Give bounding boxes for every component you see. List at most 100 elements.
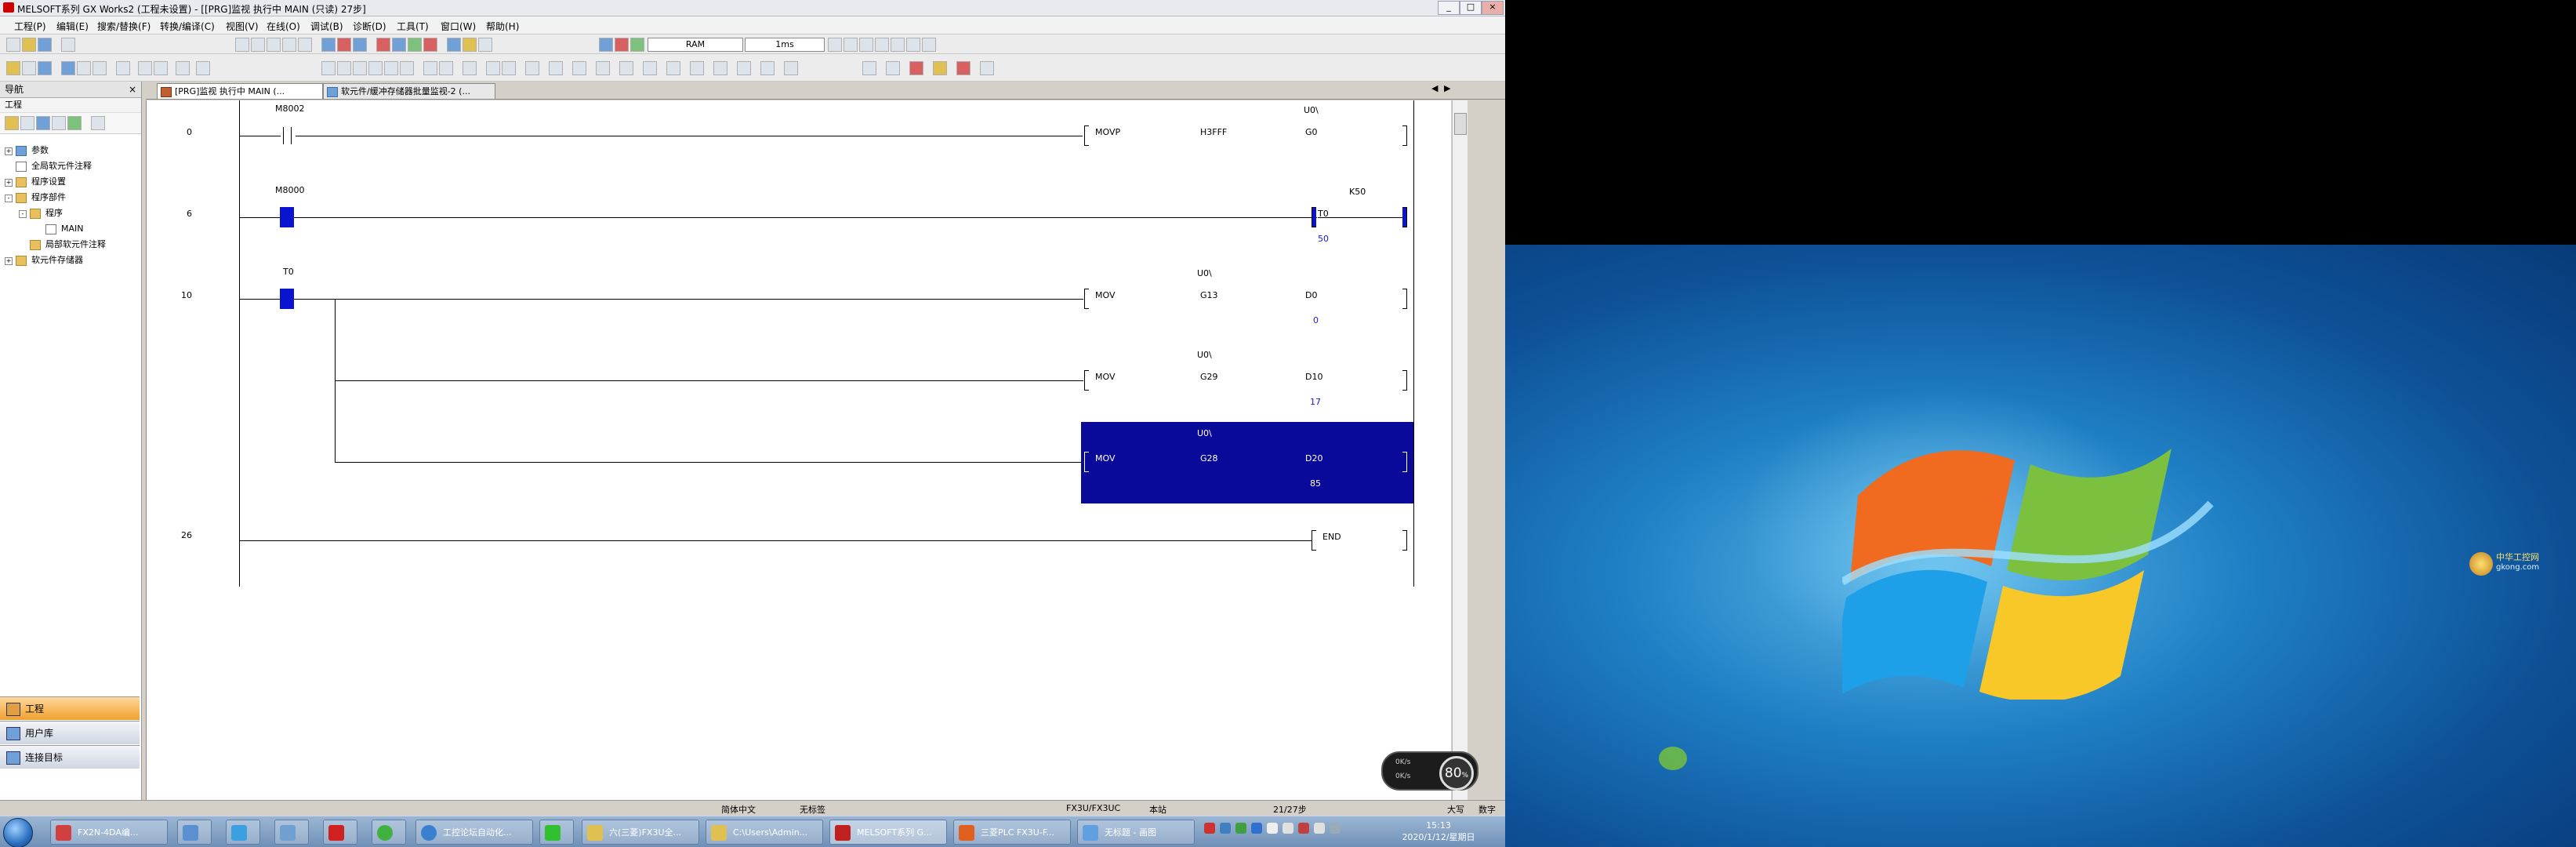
tray-ime-icon[interactable]	[1330, 823, 1341, 834]
contact-no-icon[interactable]	[321, 61, 336, 75]
collapse-icon[interactable]: -	[5, 194, 13, 202]
note-icon[interactable]	[619, 61, 633, 75]
menu-project[interactable]: 工程(P)	[14, 20, 46, 33]
monitor-mode-icon[interactable]	[713, 61, 727, 75]
nav-icon[interactable]	[93, 61, 107, 75]
task-melsoft[interactable]: MELSOFT系列 G...	[829, 820, 947, 845]
menu-debug[interactable]: 调试(B)	[310, 20, 343, 33]
arrange-icon[interactable]	[116, 61, 130, 75]
monitor-start-icon[interactable]	[447, 38, 461, 52]
task-folder-fx3u[interactable]: 六(三菱)FX3U全...	[582, 820, 699, 845]
settings-icon[interactable]	[154, 61, 168, 75]
tool7-icon[interactable]	[922, 38, 936, 52]
copy-icon[interactable]	[251, 38, 265, 52]
contact-m8000-on[interactable]	[280, 207, 294, 227]
task-paint[interactable]: 无标题 - 画图	[1077, 820, 1195, 845]
menu-window[interactable]: 窗口(W)	[441, 20, 476, 33]
paste-icon[interactable]	[267, 38, 281, 52]
tree-item-global-comment[interactable]: 全局软元件注释	[0, 158, 141, 174]
cascade-icon[interactable]	[61, 61, 75, 75]
scrollbar-thumb[interactable]	[1454, 113, 1467, 135]
window-icon[interactable]	[38, 61, 52, 75]
watch-icon[interactable]	[463, 38, 477, 52]
selected-instruction-block[interactable]: MOV U0\ G28 D20 85	[1081, 422, 1413, 503]
tile-icon[interactable]	[77, 61, 91, 75]
nav-close-icon[interactable]: ×	[129, 82, 136, 97]
zoom-icon[interactable]	[478, 38, 492, 52]
close-button[interactable]: ×	[1482, 1, 1504, 15]
tool2-icon[interactable]	[844, 38, 858, 52]
force-icon[interactable]	[909, 61, 923, 75]
verify-icon[interactable]	[408, 38, 422, 52]
nav-button-project[interactable]: 工程	[0, 696, 140, 720]
delete-line-icon[interactable]	[463, 61, 477, 75]
task-app2[interactable]	[226, 820, 260, 845]
start-button[interactable]	[3, 818, 33, 847]
tray-battery-icon[interactable]	[1314, 823, 1325, 834]
parallel-no-icon[interactable]	[353, 61, 367, 75]
tool5-icon[interactable]	[891, 38, 905, 52]
menu-convert[interactable]: 转换/编译(C)	[160, 20, 215, 33]
memory-field[interactable]: RAM	[648, 38, 743, 52]
contact-m8002[interactable]	[278, 127, 296, 144]
task-app3[interactable]	[274, 820, 309, 845]
device-batch-icon[interactable]	[862, 61, 876, 75]
ladder-icon[interactable]	[6, 61, 20, 75]
sampling-icon[interactable]	[933, 61, 947, 75]
task-explorer[interactable]	[177, 820, 212, 845]
replace-icon[interactable]	[784, 61, 798, 75]
tree-item-device-memory[interactable]: + 软元件存储器	[0, 253, 141, 268]
run-icon[interactable]	[615, 38, 629, 52]
tree-item-main[interactable]: MAIN	[0, 221, 141, 237]
parallel-nc-icon[interactable]	[368, 61, 383, 75]
menu-diagnostics[interactable]: 诊断(D)	[353, 20, 386, 33]
tray-network-icon[interactable]	[1220, 823, 1231, 834]
tray-volume-icon[interactable]	[1267, 823, 1278, 834]
buffer-icon[interactable]	[886, 61, 900, 75]
tab-scroll-right-icon[interactable]: ▶	[1444, 83, 1450, 93]
tree-item-program-parts[interactable]: - 程序部件	[0, 190, 141, 205]
tree-item-program[interactable]: - 程序	[0, 205, 141, 221]
write-mode-icon[interactable]	[666, 61, 680, 75]
nav-properties-icon[interactable]	[20, 116, 34, 130]
search-icon[interactable]	[760, 61, 775, 75]
tool4-icon[interactable]	[875, 38, 889, 52]
find-icon[interactable]	[321, 38, 336, 52]
write-plc-icon[interactable]	[376, 38, 390, 52]
nav-filter-icon[interactable]	[67, 116, 82, 130]
hline-icon[interactable]	[423, 61, 437, 75]
undo-icon[interactable]	[282, 38, 296, 52]
tree-item-program-setting[interactable]: + 程序设置	[0, 174, 141, 190]
instruction-icon[interactable]	[400, 61, 414, 75]
coil-icon[interactable]	[384, 61, 398, 75]
falling-edge-icon[interactable]	[502, 61, 516, 75]
tool-icon[interactable]	[828, 38, 842, 52]
monitor-write-icon[interactable]	[737, 61, 751, 75]
task-iqiyi[interactable]	[539, 820, 574, 845]
trace-icon[interactable]	[956, 61, 971, 75]
tool6-icon[interactable]	[906, 38, 920, 52]
statement-icon[interactable]	[596, 61, 610, 75]
tool3-icon[interactable]	[859, 38, 873, 52]
cut-icon[interactable]	[235, 38, 249, 52]
zoom-out-icon[interactable]	[176, 61, 190, 75]
tree-item-local-comment[interactable]: 局部软元件注释	[0, 237, 141, 253]
read-mode-icon[interactable]	[690, 61, 704, 75]
task-app5[interactable]	[372, 820, 406, 845]
save-icon[interactable]	[38, 38, 52, 52]
nav-sort-icon[interactable]	[52, 116, 66, 130]
ladder-editor[interactable]: 0 M8002 MOVP H3FFF U0\ G0 6 M8000 K50 T0…	[146, 100, 1451, 800]
menu-find-replace[interactable]: 搜索/替换(F)	[97, 20, 151, 33]
rising-edge-icon[interactable]	[486, 61, 500, 75]
tab-device-batch-monitor[interactable]: 软元件/缓冲存储器批量监视-2 (...	[323, 83, 495, 99]
remote-icon[interactable]	[599, 38, 613, 52]
library-icon[interactable]	[196, 61, 210, 75]
task-fx2n-4da[interactable]: FX2N-4DA编...	[50, 820, 168, 845]
network-speed-widget[interactable]: 0K/s 0K/s 80%	[1381, 751, 1478, 791]
lens-icon[interactable]	[980, 61, 994, 75]
device-display-icon[interactable]	[643, 61, 657, 75]
filter-icon[interactable]	[138, 61, 152, 75]
nav-button-user-library[interactable]: 用户库	[0, 721, 140, 744]
new-icon[interactable]	[6, 38, 20, 52]
stop-icon[interactable]	[630, 38, 644, 52]
